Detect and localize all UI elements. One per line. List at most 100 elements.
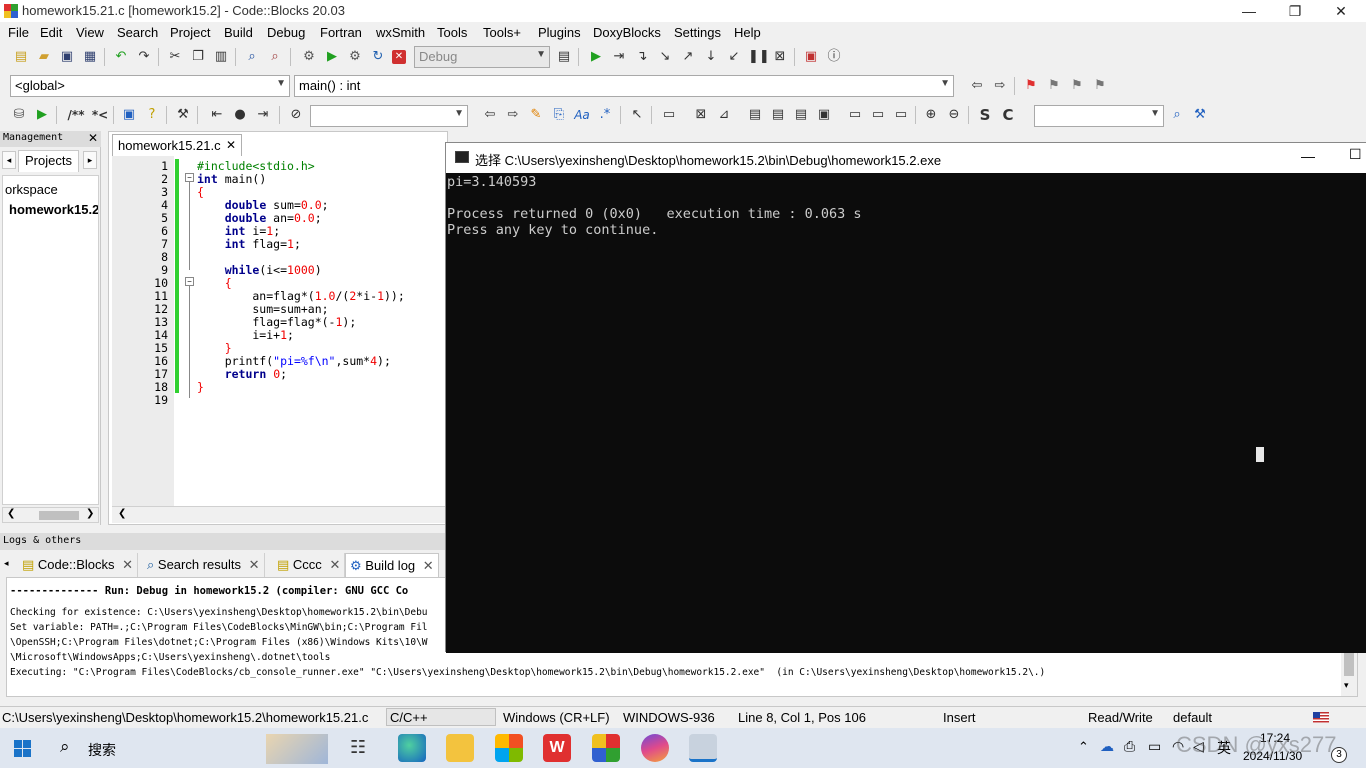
save-icon[interactable]: ▣: [58, 48, 76, 66]
console-maximize-button[interactable]: ☐: [1349, 146, 1362, 163]
scroll-left-icon[interactable]: ❮: [118, 508, 126, 519]
selected-text-icon[interactable]: ⎘: [550, 106, 568, 124]
thread-options-icon[interactable]: ⚒: [1191, 106, 1209, 124]
tab-scroll-right-icon[interactable]: ▸: [83, 151, 97, 169]
minimize-button[interactable]: —: [1226, 0, 1272, 22]
menu-wxsmith[interactable]: wxSmith: [376, 25, 425, 40]
menu-project[interactable]: Project: [170, 25, 210, 40]
menu-tools[interactable]: Tools: [437, 25, 467, 40]
zoom-out-icon[interactable]: ⊖: [945, 106, 963, 124]
editor-tab[interactable]: homework15.21.c ✕: [112, 134, 242, 156]
scrollbar-thumb[interactable]: [1344, 650, 1354, 676]
menu-debug[interactable]: Debug: [267, 25, 305, 40]
menu-fortran[interactable]: Fortran: [320, 25, 362, 40]
step-into-icon[interactable]: ↘: [656, 48, 674, 66]
chm-help-icon[interactable]: ?: [143, 106, 161, 124]
regex-icon[interactable]: .*: [596, 106, 614, 124]
app-taskbar-icon[interactable]: [641, 734, 669, 762]
close-button[interactable]: ✕: [1318, 0, 1364, 22]
step-out-icon[interactable]: ↗: [679, 48, 697, 66]
save-all-icon[interactable]: ▦: [81, 48, 99, 66]
highlight-icon[interactable]: ✎: [527, 106, 545, 124]
codeblocks-taskbar-icon[interactable]: [592, 734, 620, 762]
tab-scroll-left-icon[interactable]: ◂: [4, 558, 9, 569]
task-view-icon[interactable]: ☷: [350, 737, 366, 758]
menu-file[interactable]: File: [8, 25, 29, 40]
nassi-for-icon[interactable]: ▤: [792, 106, 810, 124]
run-to-cursor-icon[interactable]: ⇥: [610, 48, 628, 66]
menu-tools-plus[interactable]: Tools+: [483, 25, 521, 40]
paste-icon[interactable]: ▥: [212, 48, 230, 66]
menu-edit[interactable]: Edit: [40, 25, 62, 40]
taskbar-search-box[interactable]: ⌕ 搜索: [46, 732, 336, 764]
zoom-in-icon[interactable]: ⊕: [922, 106, 940, 124]
restore-button[interactable]: ❐: [1272, 0, 1318, 22]
tab-search-results[interactable]: ⌕ Search results ✕: [143, 553, 265, 577]
code-area[interactable]: #include<stdio.h> int main() { double su…: [197, 156, 447, 506]
debug-windows-icon[interactable]: ▣: [802, 48, 820, 66]
doxy-extract-icon[interactable]: ▶: [33, 106, 51, 124]
fold-minus-icon[interactable]: −: [185, 277, 194, 286]
horizontal-scrollbar[interactable]: ❮ ❯: [2, 507, 99, 523]
pause-icon[interactable]: ❚❚: [748, 48, 770, 66]
close-tab-icon[interactable]: ✕: [226, 138, 236, 152]
nassi-instruction-icon[interactable]: ▭: [660, 106, 678, 124]
thread-search-icon[interactable]: ⌕: [1168, 106, 1186, 124]
record-icon[interactable]: ●: [231, 106, 249, 124]
tab-projects[interactable]: Projects: [18, 150, 79, 172]
prev-bookmark-icon[interactable]: ⚑: [1045, 77, 1063, 95]
microsoft-store-icon[interactable]: [495, 734, 523, 762]
tab-scroll-left-icon[interactable]: ◂: [2, 151, 16, 169]
tray-expand-icon[interactable]: ⌃: [1078, 739, 1089, 755]
find-icon[interactable]: ⌕: [243, 48, 261, 66]
jump-forward-icon[interactable]: ⇨: [991, 77, 1009, 95]
html-help-icon[interactable]: ▣: [120, 106, 138, 124]
abort-icon[interactable]: ✕: [392, 50, 406, 64]
console-taskbar-icon[interactable]: [689, 734, 717, 762]
menu-search[interactable]: Search: [117, 25, 158, 40]
close-tab-icon[interactable]: ✕: [329, 557, 340, 572]
menu-build[interactable]: Build: [224, 25, 253, 40]
scroll-down-icon[interactable]: ▾: [1344, 680, 1349, 691]
build-icon[interactable]: ⚙: [300, 48, 318, 66]
run-icon[interactable]: ▶: [323, 48, 341, 66]
block-comment-icon[interactable]: /**: [64, 106, 88, 124]
nassi-if-icon[interactable]: ⊠: [692, 106, 710, 124]
redo-icon[interactable]: ↷: [135, 48, 153, 66]
cut-icon[interactable]: ✂: [166, 48, 184, 66]
thread-search-select[interactable]: ▼: [1034, 105, 1164, 127]
toggle-bookmark-icon[interactable]: ⚑: [1022, 77, 1040, 95]
jump-back-icon[interactable]: ⇦: [968, 77, 986, 95]
debug-info-icon[interactable]: ⓘ: [825, 48, 843, 66]
menu-settings[interactable]: Settings: [674, 25, 721, 40]
menu-plugins[interactable]: Plugins: [538, 25, 581, 40]
rebuild-icon[interactable]: ↻: [369, 48, 387, 66]
nassi-return-icon[interactable]: ▭: [892, 106, 910, 124]
close-tab-icon[interactable]: ✕: [122, 557, 133, 572]
doxy-wizard-icon[interactable]: ⛁: [10, 106, 28, 124]
edge-browser-icon[interactable]: [398, 734, 426, 762]
source-icon[interactable]: S: [976, 106, 994, 124]
back-icon[interactable]: ⇦: [481, 106, 499, 124]
windows-start-icon[interactable]: [14, 740, 31, 757]
forward-icon[interactable]: ⇨: [504, 106, 522, 124]
tab-cccc[interactable]: ▤ Cccc ✕: [273, 553, 346, 577]
build-target-select[interactable]: Debug ▼: [414, 46, 550, 68]
function-select[interactable]: main() : int ▼: [294, 75, 954, 97]
nassi-switch-icon[interactable]: ⊿: [715, 106, 733, 124]
clear-bookmarks-icon[interactable]: ⚑: [1091, 77, 1109, 95]
onedrive-icon[interactable]: ☁: [1100, 738, 1114, 755]
nassi-while-icon[interactable]: ▤: [746, 106, 764, 124]
close-tab-icon[interactable]: ✕: [423, 558, 434, 573]
file-explorer-icon[interactable]: [446, 734, 474, 762]
nassi-continue-icon[interactable]: ▭: [869, 106, 887, 124]
show-options-icon[interactable]: ▤: [555, 48, 573, 66]
scroll-left-icon[interactable]: ❮: [7, 508, 15, 519]
tab-codeblocks-log[interactable]: ▤ Code::Blocks ✕: [18, 553, 139, 577]
close-icon[interactable]: ✕: [88, 131, 98, 145]
first-icon[interactable]: ⇤: [208, 106, 226, 124]
open-folder-icon[interactable]: ▰: [35, 48, 53, 66]
label-icon[interactable]: ⊘: [287, 106, 305, 124]
last-icon[interactable]: ⇥: [254, 106, 272, 124]
next-bookmark-icon[interactable]: ⚑: [1068, 77, 1086, 95]
